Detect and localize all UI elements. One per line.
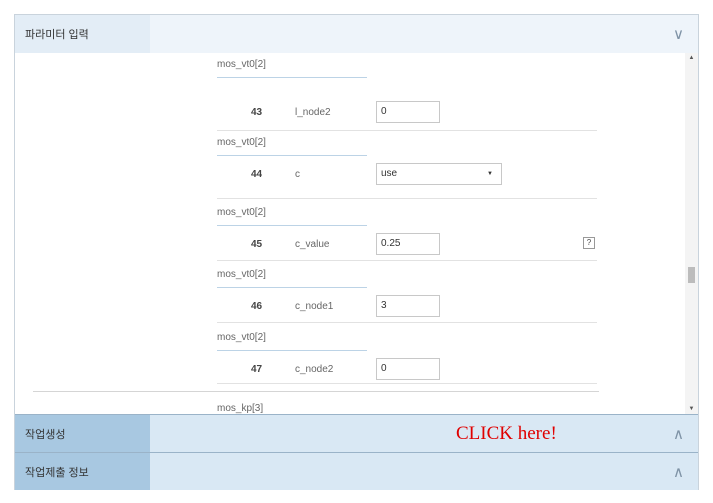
group-underline <box>217 77 367 78</box>
job-submit-info-header[interactable]: 작업제출 정보 ∧ <box>15 452 698 490</box>
param-name: c_node1 <box>295 301 334 312</box>
parameter-input-title: 파라미터 입력 <box>15 15 150 53</box>
chevron-up-icon[interactable]: ∧ <box>673 425 684 443</box>
group-label: mos_vt0[2] <box>217 137 266 148</box>
help-button[interactable]: ? <box>583 237 595 249</box>
row-number: 46 <box>251 301 263 312</box>
row-separator <box>217 383 597 384</box>
row-separator <box>217 260 597 261</box>
group-label: mos_vt0[2] <box>217 332 266 343</box>
scroll-thumb[interactable] <box>688 267 695 283</box>
param-value-input[interactable]: 0.25 <box>376 233 440 255</box>
job-create-title: 작업생성 <box>15 415 150 452</box>
group-underline <box>217 287 367 288</box>
row-separator <box>217 198 597 199</box>
row-number: 45 <box>251 239 263 250</box>
job-submit-info-title: 작업제출 정보 <box>15 453 150 490</box>
scroll-down-icon[interactable]: ▼ <box>685 406 698 412</box>
vertical-scrollbar[interactable]: ▲ ▼ <box>685 53 698 414</box>
parameter-list[interactable]: mos_vt0[2] 43 l_node2 0 mos_vt0[2] 44 c … <box>15 53 698 414</box>
param-value-select[interactable]: use ▼ <box>376 163 502 185</box>
select-value: use <box>381 168 398 179</box>
parameter-input-header[interactable]: 파라미터 입력 ∨ <box>15 15 698 53</box>
param-name: c_value <box>295 239 330 250</box>
param-value-input[interactable]: 3 <box>376 295 440 317</box>
row-separator <box>217 322 597 323</box>
group-underline <box>217 225 367 226</box>
parameter-panel: 파라미터 입력 ∨ mos_vt0[2] 43 l_node2 0 mos_vt… <box>14 14 699 490</box>
param-name: c <box>295 169 300 180</box>
chevron-down-icon[interactable]: ∨ <box>673 25 684 43</box>
group-label: mos_vt0[2] <box>217 207 266 218</box>
group-underline <box>217 155 367 156</box>
section-separator <box>33 391 599 392</box>
param-name: l_node2 <box>295 107 331 118</box>
param-value-input[interactable]: 0 <box>376 101 440 123</box>
dropdown-caret-icon: ▼ <box>487 171 493 177</box>
group-label: mos_vt0[2] <box>217 269 266 280</box>
row-number: 43 <box>251 107 263 118</box>
param-name: c_node2 <box>295 364 334 375</box>
chevron-up-icon[interactable]: ∧ <box>673 463 684 481</box>
group-underline <box>217 350 367 351</box>
row-separator <box>217 130 597 131</box>
job-create-header[interactable]: 작업생성 CLICK here! ∧ <box>15 414 698 452</box>
group-label: mos_vt0[2] <box>217 59 266 70</box>
scroll-up-icon[interactable]: ▲ <box>685 55 698 61</box>
group-label: mos_kp[3] <box>217 403 264 414</box>
param-value-input[interactable]: 0 <box>376 358 440 380</box>
row-number: 47 <box>251 364 263 375</box>
click-here-annotation: CLICK here! <box>456 423 557 444</box>
row-number: 44 <box>251 169 263 180</box>
